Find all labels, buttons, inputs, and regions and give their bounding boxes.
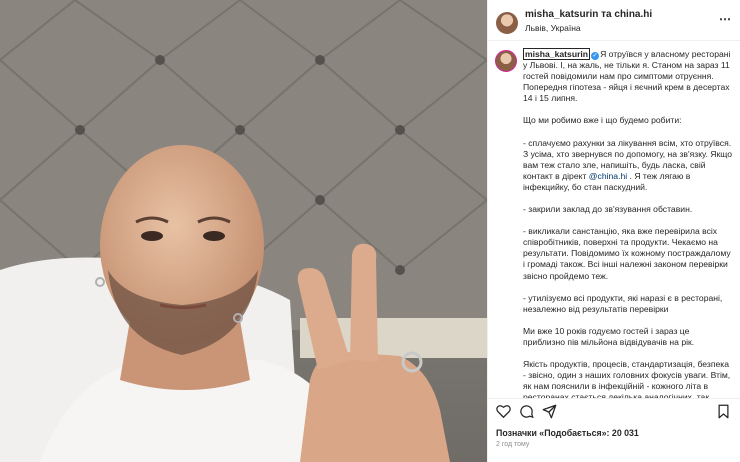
caption-quality-paragraph: Якість продуктів, процесів, стандартизац… xyxy=(523,358,731,399)
post-panel: misha_katsurin та china.hi Львів, Україн… xyxy=(487,0,740,462)
author-names[interactable]: misha_katsurin та china.hi xyxy=(525,9,652,20)
post-photo[interactable] xyxy=(0,0,487,462)
like-heart-icon[interactable] xyxy=(496,404,511,418)
post-actions xyxy=(488,400,740,424)
likes-count[interactable]: Позначки «Подобається»: 20 031 xyxy=(496,428,639,438)
selfie-illustration xyxy=(0,0,487,462)
more-options-icon[interactable]: ⋯ xyxy=(719,12,732,26)
save-bookmark-icon[interactable] xyxy=(717,404,730,419)
author-avatar[interactable] xyxy=(496,12,518,34)
caption-guests-paragraph: Ми вже 10 років годуємо гостей і зараз ц… xyxy=(523,325,695,347)
comment-icon[interactable] xyxy=(519,404,534,419)
caption-avatar[interactable] xyxy=(495,50,517,72)
caption-item-2: - закрили заклад до зв'язування обставин… xyxy=(523,204,693,215)
caption-text: misha_katsurin ✓ Я отруївся у власному рес… xyxy=(523,48,733,399)
caption-intro: Що ми робимо вже і що будемо робити: xyxy=(523,115,682,126)
caption-item-1: - сплачуємо рахунки за лікування всім, х… xyxy=(523,138,733,193)
post-timestamp[interactable]: 2 год тому xyxy=(496,441,529,448)
post-caption: misha_katsurin ✓ Я отруївся у власному рес… xyxy=(488,41,740,399)
caption-mention-link[interactable]: @china.hi xyxy=(589,171,627,181)
post-location[interactable]: Львів, Україна xyxy=(525,23,581,33)
share-icon[interactable] xyxy=(542,404,557,419)
caption-first-paragraph: misha_katsurin ✓ Я отруївся у власному рес… xyxy=(523,48,733,104)
post-header: misha_katsurin та china.hi Львів, Україн… xyxy=(488,0,740,41)
verified-badge-icon: ✓ xyxy=(591,52,600,60)
caption-item-4: - утилізуємо всі продукти, які наразі є … xyxy=(523,292,723,314)
caption-item-3: - викликали санстанцію, яка вже перевіри… xyxy=(523,226,731,281)
caption-username[interactable]: misha_katsurin xyxy=(523,48,591,60)
